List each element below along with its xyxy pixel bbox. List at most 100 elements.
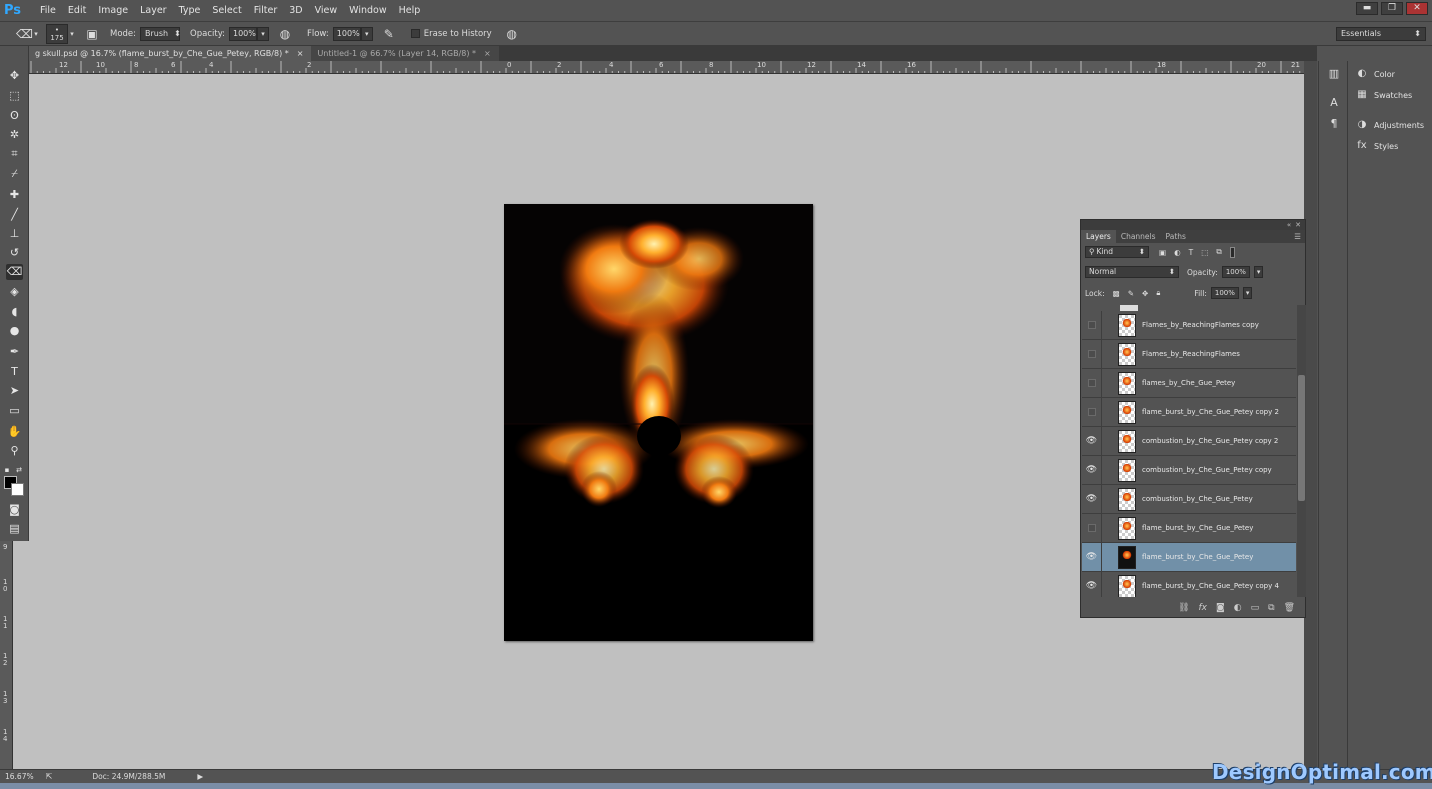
eye-icon[interactable]: 👁︎ <box>1082 484 1102 514</box>
brush-size-picker[interactable]: • 175 <box>46 23 68 44</box>
layer-name[interactable]: Flames_by_ReachingFlames copy <box>1142 321 1259 329</box>
filter-kind-select[interactable]: ⚲ Kind ⬍ <box>1085 246 1149 258</box>
workspace-select[interactable]: Essentials ⬍ <box>1336 27 1426 41</box>
erase-to-history-checkbox[interactable] <box>410 29 420 38</box>
filter-pixel-icon[interactable]: ▣ <box>1159 248 1166 257</box>
opacity-field[interactable]: 100% <box>228 26 257 41</box>
blur-tool-icon[interactable]: ◖ <box>6 304 23 320</box>
tab-channels[interactable]: Channels <box>1116 230 1161 243</box>
filter-smart-object-icon[interactable]: ⧉ <box>1216 247 1221 257</box>
character-panel-icon[interactable]: A <box>1327 96 1341 110</box>
menu-file[interactable]: File <box>36 5 64 16</box>
filter-toggle-switch[interactable] <box>1229 246 1235 258</box>
eye-icon[interactable]: 👁︎ <box>1082 571 1102 597</box>
chevron-down-icon[interactable]: ▾ <box>68 26 76 42</box>
brush-panel-toggle-icon[interactable]: ▣ <box>84 26 100 42</box>
paragraph-panel-icon[interactable]: ¶ <box>1327 117 1341 131</box>
tab-close-icon[interactable]: × <box>484 46 491 61</box>
eyedropper-tool-icon[interactable]: ⌿ <box>6 166 23 182</box>
fill-field[interactable]: 100% <box>1210 287 1239 299</box>
history-panel-icon[interactable]: ▥ <box>1327 67 1341 81</box>
new-layer-icon[interactable]: ⧉ <box>1268 603 1274 613</box>
layer-name[interactable]: flame_burst_by_Che_Gue_Petey copy 2 <box>1142 408 1279 416</box>
layer-opacity-field[interactable]: 100% <box>1221 266 1250 278</box>
layer-name[interactable]: flame_burst_by_Che_Gue_Petey <box>1142 524 1253 532</box>
healing-brush-tool-icon[interactable]: ✚ <box>6 187 23 203</box>
paint-bucket-tool-icon[interactable]: ◈ <box>6 284 23 300</box>
swatches-panel-button[interactable]: ▦ Swatches <box>1356 89 1412 101</box>
rectangle-tool-icon[interactable]: ▭ <box>6 403 23 419</box>
adjustments-panel-button[interactable]: ◑ Adjustments <box>1356 119 1424 131</box>
eraser-tool-preset-icon[interactable]: ⌫ <box>16 26 33 42</box>
screen-mode-icon[interactable]: ▤ <box>6 521 23 537</box>
menu-layer[interactable]: Layer <box>136 5 175 16</box>
pressure-opacity-icon[interactable]: ◍ <box>277 26 293 42</box>
document-tab-inactive[interactable]: Untitled-1 @ 66.7% (Layer 14, RGB/8) * × <box>311 46 499 61</box>
visibility-toggle[interactable] <box>1082 310 1102 340</box>
dodge-tool-icon[interactable]: ● <box>6 323 23 339</box>
layer-row[interactable]: 👁︎ combustion_by_Che_Gue_Petey copy 2 <box>1082 426 1296 456</box>
visibility-toggle[interactable] <box>1082 339 1102 369</box>
menu-type[interactable]: Type <box>175 5 209 16</box>
collapse-panel-icon[interactable]: « <box>1287 220 1291 230</box>
close-panel-icon[interactable]: ✕ <box>1295 220 1301 230</box>
new-group-icon[interactable]: ▭ <box>1251 603 1260 613</box>
blend-mode-select[interactable]: Normal ⬍ <box>1085 266 1179 278</box>
opacity-dropdown[interactable]: ▾ <box>256 26 269 41</box>
type-tool-icon[interactable]: T <box>6 364 23 380</box>
hand-tool-icon[interactable]: ✋ <box>6 424 23 440</box>
layer-name[interactable]: flame_burst_by_Che_Gue_Petey <box>1142 553 1253 561</box>
layer-row[interactable]: flame_burst_by_Che_Gue_Petey copy 2 <box>1082 397 1296 427</box>
fill-dropdown-icon[interactable]: ▾ <box>1242 287 1253 299</box>
menu-image[interactable]: Image <box>94 5 136 16</box>
lock-position-icon[interactable]: ✥ <box>1142 289 1148 298</box>
layer-thumbnail[interactable] <box>1118 429 1136 453</box>
layer-thumbnail[interactable] <box>1118 313 1136 337</box>
history-brush-tool-icon[interactable]: ↺ <box>6 245 23 261</box>
move-tool-icon[interactable]: ✥ <box>6 68 23 84</box>
lock-pixels-icon[interactable]: ✎ <box>1128 289 1134 298</box>
filter-type-icon[interactable]: T <box>1189 248 1194 257</box>
layer-row[interactable]: 👁︎ flame_burst_by_Che_Gue_Petey <box>1082 542 1296 572</box>
layer-name[interactable]: combustion_by_Che_Gue_Petey copy <box>1142 466 1272 474</box>
eraser-tool-icon[interactable]: ⌫ <box>6 264 23 280</box>
visibility-toggle[interactable] <box>1082 513 1102 543</box>
menu-3d[interactable]: 3D <box>285 5 310 16</box>
layer-name[interactable]: flame_burst_by_Che_Gue_Petey copy 4 <box>1142 582 1279 590</box>
airbrush-icon[interactable]: ✎ <box>381 26 397 42</box>
layer-name[interactable]: combustion_by_Che_Gue_Petey copy 2 <box>1142 437 1278 445</box>
zoom-tool-icon[interactable]: ⚲ <box>6 443 23 459</box>
background-color-swatch[interactable] <box>11 483 24 496</box>
visibility-toggle[interactable] <box>1082 397 1102 427</box>
chevron-down-icon[interactable]: ▾ <box>32 26 40 42</box>
opacity-dropdown-icon[interactable]: ▾ <box>1253 266 1264 278</box>
panel-menu-icon[interactable]: ☰ <box>1191 230 1305 243</box>
flow-field[interactable]: 100% <box>332 26 361 41</box>
layer-thumbnail[interactable] <box>1118 545 1136 569</box>
marquee-tool-icon[interactable]: ⬚ <box>6 88 23 104</box>
tab-paths[interactable]: Paths <box>1161 230 1191 243</box>
layer-thumbnail[interactable] <box>1118 371 1136 395</box>
menu-view[interactable]: View <box>311 5 346 16</box>
layer-row[interactable]: 👁︎ combustion_by_Che_Gue_Petey <box>1082 484 1296 514</box>
tab-layers[interactable]: Layers <box>1081 230 1116 243</box>
crop-tool-icon[interactable]: ⌗ <box>6 146 23 162</box>
tab-close-icon[interactable]: × <box>297 46 304 61</box>
layer-row[interactable]: flame_burst_by_Che_Gue_Petey <box>1082 513 1296 543</box>
menu-edit[interactable]: Edit <box>64 5 94 16</box>
visibility-toggle[interactable] <box>1082 368 1102 398</box>
eye-icon[interactable]: 👁︎ <box>1082 455 1102 485</box>
document-tab-active[interactable]: g skull.psd @ 16.7% (flame_burst_by_Che_… <box>29 46 312 61</box>
pressure-size-icon[interactable]: ◍ <box>504 26 520 42</box>
styles-panel-button[interactable]: fx Styles <box>1356 140 1398 152</box>
quick-mask-icon[interactable]: ◙ <box>6 502 23 518</box>
layers-scrollbar[interactable] <box>1297 305 1306 597</box>
pen-tool-icon[interactable]: ✒ <box>6 344 23 360</box>
eye-icon[interactable]: 👁︎ <box>1082 426 1102 456</box>
close-button[interactable]: ✕ <box>1406 2 1428 15</box>
flow-dropdown[interactable]: ▾ <box>360 26 373 41</box>
clone-stamp-tool-icon[interactable]: ⊥ <box>6 226 23 242</box>
link-layers-icon[interactable]: ⛓ <box>1178 603 1189 613</box>
menu-help[interactable]: Help <box>395 5 429 16</box>
document-canvas[interactable] <box>504 204 813 641</box>
